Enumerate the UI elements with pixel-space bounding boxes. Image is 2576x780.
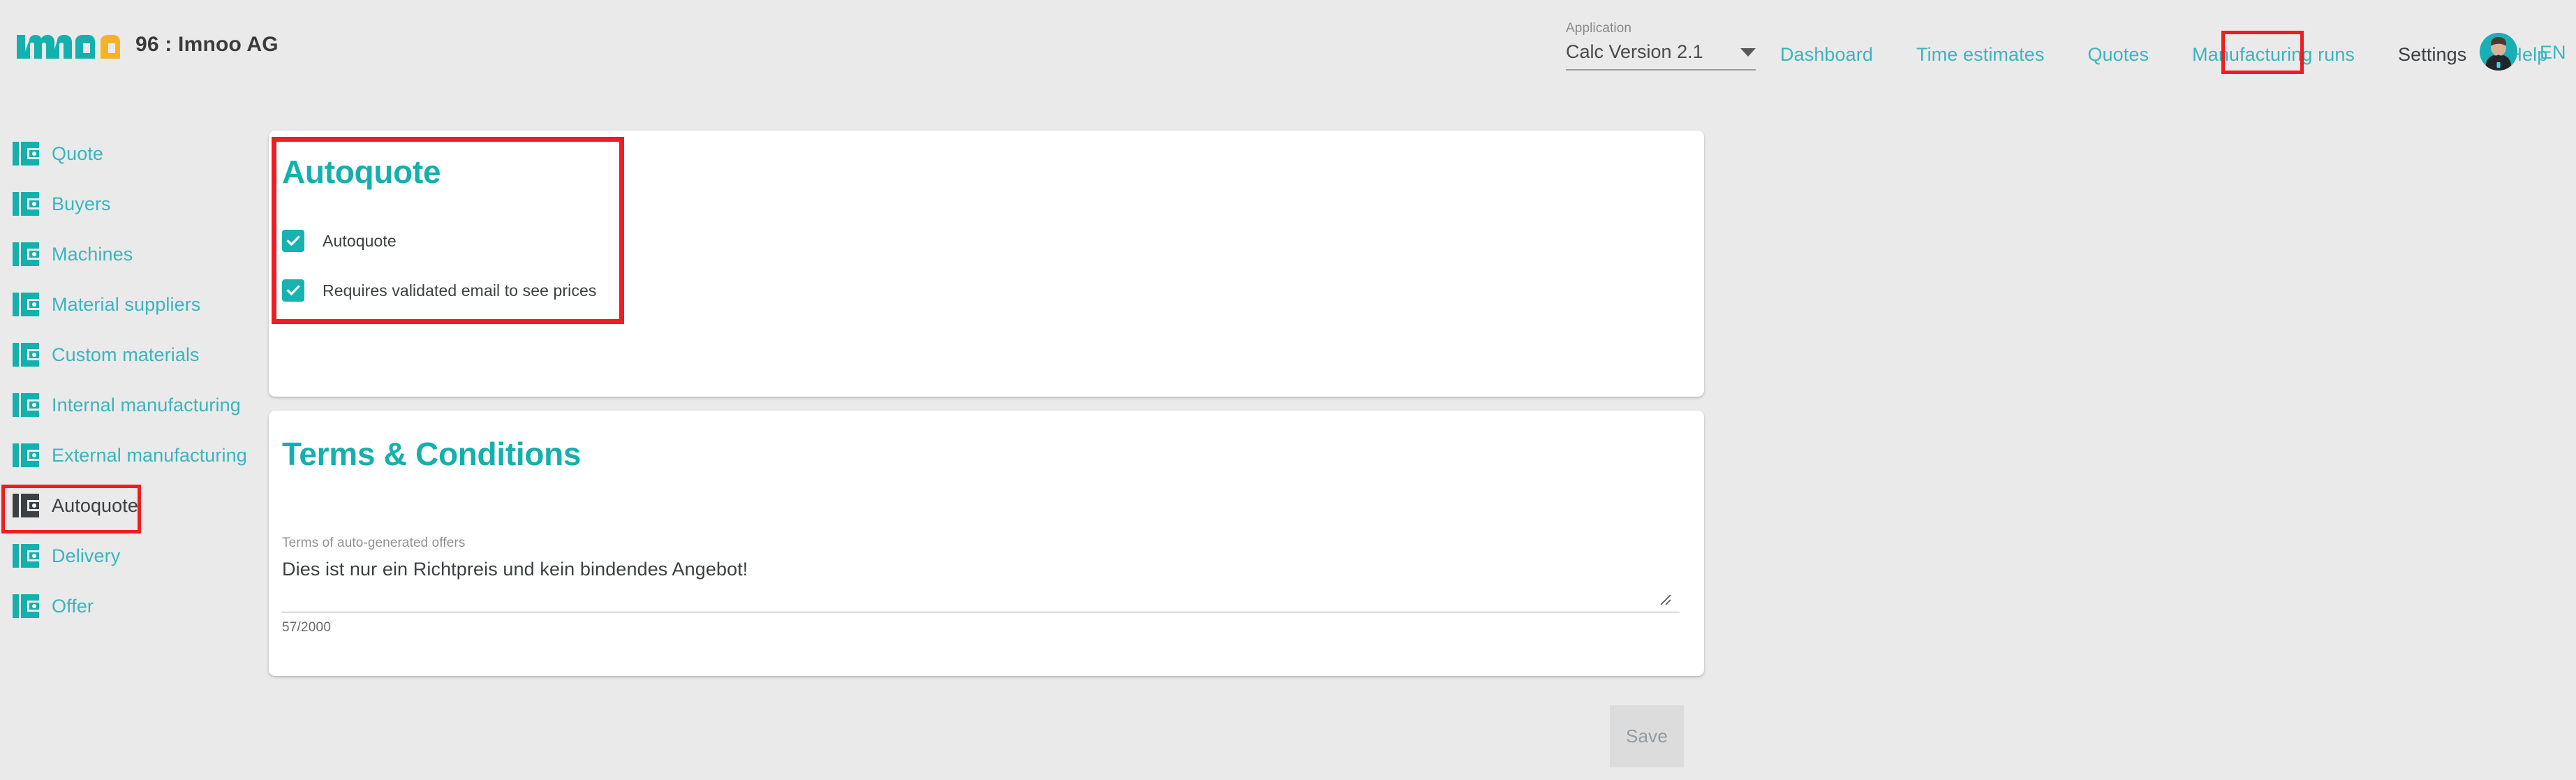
terms-field-label: Terms of auto-generated offers <box>282 536 466 550</box>
save-button[interactable]: Save <box>1610 705 1684 767</box>
nav-item-quotes[interactable]: Quotes <box>2087 44 2149 66</box>
brand-name: 96 : Imnoo AG <box>135 33 279 56</box>
checkbox-autoquote[interactable] <box>282 230 304 252</box>
resize-handle-icon[interactable] <box>1657 591 1672 606</box>
card-icon <box>13 293 39 316</box>
sidebar-item-label: Buyers <box>52 193 111 214</box>
sidebar-item-offer[interactable]: Offer <box>0 589 269 624</box>
chevron-down-icon[interactable] <box>1740 48 1756 57</box>
check-icon <box>286 285 300 296</box>
sidebar-item-label: Autoquote <box>52 494 139 516</box>
character-counter: 57/2000 <box>282 620 332 635</box>
sidebar-item-label: External manufacturing <box>52 444 247 466</box>
card-icon <box>13 343 39 367</box>
sidebar-item-label: Offer <box>52 595 94 617</box>
terms-textarea[interactable]: Dies ist nur ein Richtpreis und kein bin… <box>282 559 748 580</box>
sidebar-item-label: Material suppliers <box>52 293 201 315</box>
autoquote-card: Autoquote Autoquote Requires validated e… <box>269 131 1704 397</box>
terms-card-title: Terms & Conditions <box>282 436 582 472</box>
sidebar-item-delivery[interactable]: Delivery <box>0 538 269 573</box>
language-selector[interactable]: EN <box>2540 42 2566 64</box>
checkbox-requires-validated-email[interactable] <box>282 279 304 302</box>
sidebar: Quote Buyers Machines Material suppliers <box>0 136 269 639</box>
sidebar-item-custom-materials[interactable]: Custom materials <box>0 337 269 372</box>
checkbox-label: Autoquote <box>323 231 397 250</box>
autoquote-checkbox-row[interactable]: Autoquote <box>282 230 397 252</box>
sidebar-item-label: Internal manufacturing <box>52 394 241 415</box>
sidebar-item-machines[interactable]: Machines <box>0 237 269 272</box>
sidebar-item-autoquote[interactable]: Autoquote <box>0 488 269 523</box>
terms-conditions-card: Terms & Conditions Terms of auto-generat… <box>269 411 1704 676</box>
user-avatar[interactable] <box>2480 33 2517 71</box>
sidebar-item-label: Delivery <box>52 545 121 566</box>
validated-email-checkbox-row[interactable]: Requires validated email to see prices <box>282 279 596 302</box>
card-icon <box>13 142 39 165</box>
nav-item-time-estimates[interactable]: Time estimates <box>1916 44 2044 66</box>
check-icon <box>286 235 300 246</box>
top-bar: 96 : Imnoo AG Application Calc Version 2… <box>0 0 2576 108</box>
card-icon <box>13 594 39 618</box>
sidebar-item-quote[interactable]: Quote <box>0 136 269 171</box>
autoquote-card-title: Autoquote <box>282 154 441 190</box>
sidebar-item-buyers[interactable]: Buyers <box>0 186 269 221</box>
card-icon <box>13 494 39 517</box>
sidebar-item-label: Custom materials <box>52 344 200 365</box>
card-icon <box>13 393 39 417</box>
sidebar-item-label: Machines <box>52 243 133 265</box>
card-icon <box>13 443 39 467</box>
imnoo-logo-icon <box>15 31 124 59</box>
card-icon <box>13 544 39 568</box>
nav-item-settings[interactable]: Settings <box>2398 44 2466 66</box>
sidebar-item-internal-manufacturing[interactable]: Internal manufacturing <box>0 388 269 422</box>
sidebar-item-label: Quote <box>52 142 104 164</box>
checkbox-label: Requires validated email to see prices <box>323 281 597 300</box>
main-nav: Dashboard Time estimates Quotes Manufact… <box>1780 41 2576 68</box>
card-icon <box>13 192 39 216</box>
application-select-value: Calc Version 2.1 <box>1566 41 1703 62</box>
sidebar-item-external-manufacturing[interactable]: External manufacturing <box>0 438 269 473</box>
application-select[interactable]: Application Calc Version 2.1 <box>1566 21 1756 71</box>
application-select-label: Application <box>1566 21 1632 36</box>
card-icon <box>13 242 39 266</box>
nav-item-manufacturing-runs[interactable]: Manufacturing runs <box>2192 44 2355 66</box>
nav-item-dashboard[interactable]: Dashboard <box>1780 44 1873 66</box>
sidebar-item-material-suppliers[interactable]: Material suppliers <box>0 287 269 322</box>
brand[interactable]: 96 : Imnoo AG <box>15 31 279 59</box>
